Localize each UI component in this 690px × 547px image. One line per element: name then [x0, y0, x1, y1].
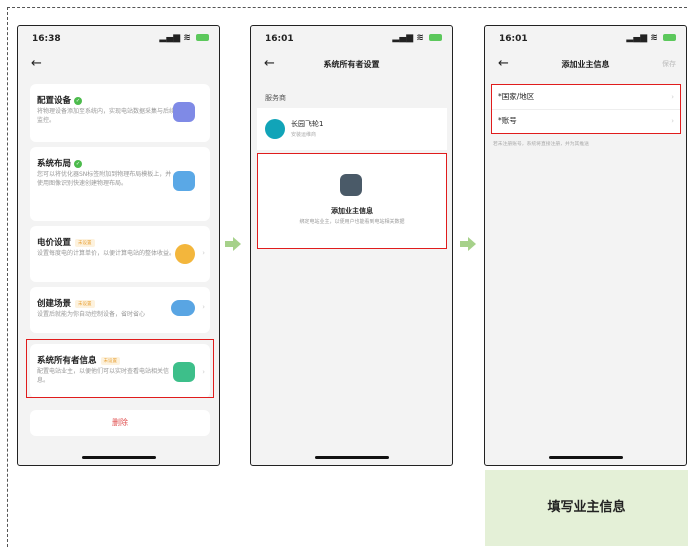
page-title: 添加业主信息 [561, 60, 610, 69]
status-bar: 16:01 ▂▄▆ ≋ [265, 33, 442, 48]
card-configure-devices[interactable]: 配置设备 ✓ 将物理设备添加至系统内，实现电站数据采集与后续监控。 [30, 84, 210, 142]
check-icon: ✓ [74, 96, 83, 105]
card-desc: 设置每度电的计算单价，以便计算电站的整体收益。 [37, 250, 176, 257]
provider-role: 安装运维商 [291, 132, 317, 138]
card-desc: 您可以将优化器SN标签附加到物理布局模板上，并使用图像识别快速创建物理布局。 [37, 171, 172, 187]
provider-name: 长园飞轮1 [291, 120, 324, 128]
card-desc: 设置后就能为你自动控制设备，省时省心 [37, 311, 146, 318]
owner-form: *国家/地区 › *账号 › [491, 84, 681, 134]
status-time: 16:38 [32, 34, 61, 44]
price-icon [175, 244, 195, 264]
scene-icon [171, 300, 195, 316]
step-caption: 填写业主信息 [485, 470, 688, 546]
status-badge: 未设置 [75, 299, 95, 308]
home-indicator [314, 456, 389, 459]
page-title: 系统所有者设置 [323, 60, 380, 69]
chevron-right-icon: › [202, 249, 205, 257]
chevron-right-icon: › [202, 303, 205, 311]
back-arrow-icon[interactable]: ← [31, 56, 42, 71]
layout-icon [173, 171, 195, 191]
status-bar: 16:38 ▂▄▆ ≋ [32, 33, 209, 48]
country-region-field[interactable]: *国家/地区 › [492, 85, 680, 110]
field-label: *国家/地区 [498, 92, 535, 101]
add-owner-title: 添加业主信息 [331, 207, 373, 215]
add-user-icon [340, 174, 362, 196]
phone-config-menu: 16:38 ▂▄▆ ≋ ← 配置设备 ✓ 将物理设备添加至系统内，实现电站数据采集… [17, 25, 220, 466]
signal-wifi-battery-icon: ▂▄▆ ≋ [392, 33, 442, 43]
chevron-right-icon: › [671, 93, 674, 101]
signal-wifi-battery-icon: ▂▄▆ ≋ [626, 33, 676, 43]
card-title: 配置设备 [37, 96, 72, 106]
phone-add-owner: 16:01 ▂▄▆ ≋ ← 添加业主信息 保存 *国家/地区 › *账号 › 若… [484, 25, 687, 466]
card-desc: 将物理设备添加至系统内，实现电站数据采集与后续监控。 [37, 108, 176, 124]
save-button[interactable]: 保存 [662, 59, 676, 69]
add-owner-button[interactable]: 添加业主信息 绑定电站业主，以便用户也能看到电站相关数据 [257, 153, 447, 249]
card-price-setting[interactable]: 电价设置 未设置 设置每度电的计算单价，以便计算电站的整体收益。 › [30, 226, 210, 282]
dashed-frame-left [7, 7, 8, 547]
highlight-box [26, 339, 214, 398]
add-owner-desc: 绑定电站业主，以便用户也能看到电站相关数据 [299, 219, 405, 225]
hint-text: 若未注册账号，系统将直接注册，并为其推送 [493, 142, 589, 147]
signal-wifi-battery-icon: ▂▄▆ ≋ [159, 33, 209, 43]
card-title: 系统布局 [37, 159, 72, 169]
card-create-scene[interactable]: 创建场景 未设置 设置后就能为你自动控制设备，省时省心 › [30, 287, 210, 333]
card-system-layout[interactable]: 系统布局 ✓ 您可以将优化器SN标签附加到物理布局模板上，并使用图像识别快速创建物… [30, 147, 210, 221]
home-indicator [548, 456, 623, 459]
delete-button[interactable]: 删除 [30, 410, 210, 436]
check-icon: ✓ [74, 159, 83, 168]
home-indicator [81, 456, 156, 459]
card-title: 电价设置 [37, 238, 72, 248]
flow-arrow-right-icon [225, 237, 241, 251]
status-time: 16:01 [499, 34, 528, 44]
dashed-frame-top [7, 7, 687, 8]
device-icon [173, 102, 195, 122]
account-field[interactable]: *账号 › [492, 109, 680, 133]
provider-logo-icon [265, 119, 285, 139]
field-label: *账号 [498, 116, 517, 125]
flow-arrow-right-icon [460, 237, 476, 251]
phone-owner-settings: 16:01 ▂▄▆ ≋ ← 系统所有者设置 服务商 长园飞轮1 安装运维商 添加… [250, 25, 453, 466]
service-provider-card[interactable]: 长园飞轮1 安装运维商 [257, 108, 447, 150]
card-title: 创建场景 [37, 299, 72, 309]
status-badge: 未设置 [75, 238, 95, 247]
chevron-right-icon: › [671, 117, 674, 125]
section-label: 服务商 [265, 94, 286, 102]
status-time: 16:01 [265, 34, 294, 44]
status-bar: 16:01 ▂▄▆ ≋ [499, 33, 676, 48]
